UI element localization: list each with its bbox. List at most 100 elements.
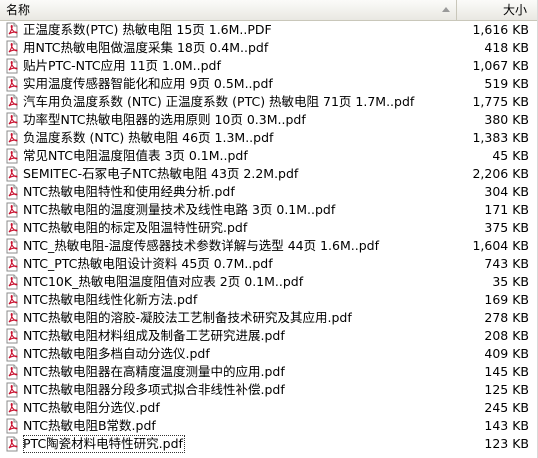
file-row[interactable]: NTC热敏电阻多档自动分选仪.pdf 409 KB <box>0 345 537 363</box>
file-row[interactable]: 贴片PTC-NTC应用 11页 1.0M..pdf 1,067 KB <box>0 57 537 75</box>
file-size: 1,616 KB <box>472 22 529 37</box>
file-name: 贴片PTC-NTC应用 11页 1.0M..pdf <box>23 58 221 73</box>
file-name-cell[interactable]: NTC热敏电阻多档自动分选仪.pdf <box>0 345 457 363</box>
file-name-cell[interactable]: 汽车用负温度系数 (NTC) 正温度系数 (PTC) 热敏电阻 71页 1.7M… <box>0 93 457 111</box>
file-size: 1,383 KB <box>472 130 529 145</box>
file-name-cell[interactable]: 正温度系数(PTC) 热敏电阻 15页 1.6M..PDF <box>0 21 457 39</box>
pdf-file-icon <box>4 400 20 416</box>
pdf-file-icon <box>4 22 20 38</box>
file-name: 功率型NTC热敏电阻器的选用原则 10页 0.3M..pdf <box>23 112 306 127</box>
pdf-file-icon <box>4 112 20 128</box>
file-row[interactable]: NTC热敏电阻的标定及阻温特性研究.pdf 375 KB <box>0 219 537 237</box>
file-name-cell[interactable]: 实用温度传感器智能化和应用 9页 0.5M..pdf <box>0 75 457 93</box>
file-name-cell[interactable]: NTC热敏电阻B常数.pdf <box>0 417 457 435</box>
pdf-file-icon <box>4 130 20 146</box>
column-header-name-label: 名称 <box>6 3 31 17</box>
file-row[interactable]: NTC热敏电阻B常数.pdf 143 KB <box>0 417 537 435</box>
pdf-file-icon <box>4 76 20 92</box>
file-name: NTC_热敏电阻-温度传感器技术参数详解与选型 44页 1.6M..pdf <box>23 238 379 253</box>
file-size: 1,067 KB <box>472 58 529 73</box>
file-size: 45 KB <box>492 148 529 163</box>
pdf-file-icon <box>4 220 20 236</box>
file-row[interactable]: NTC热敏电阻特性和使用经典分析.pdf 304 KB <box>0 183 537 201</box>
file-row[interactable]: NTC热敏电阻的温度测量技术及线性电路 3页 0.1M..pdf 171 KB <box>0 201 537 219</box>
file-name-cell[interactable]: NTC热敏电阻材料组成及制备工艺研究进展.pdf <box>0 327 457 345</box>
file-name-cell[interactable]: PTC陶瓷材料电特性研究.pdf <box>0 435 457 453</box>
file-size: 208 KB <box>484 328 529 343</box>
file-row[interactable]: 汽车用负温度系数 (NTC) 正温度系数 (PTC) 热敏电阻 71页 1.7M… <box>0 93 537 111</box>
pdf-file-icon <box>4 274 20 290</box>
file-name: NTC热敏电阻分选仪.pdf <box>23 400 160 415</box>
file-name: 负温度系数 (NTC) 热敏电阻 46页 1.3M..pdf <box>23 130 274 145</box>
file-row[interactable]: NTC热敏电阻的溶胶-凝胶法工艺制备技术研究及其应用.pdf 278 KB <box>0 309 537 327</box>
file-row[interactable]: 正温度系数(PTC) 热敏电阻 15页 1.6M..PDF 1,616 KB <box>0 21 537 39</box>
file-row[interactable]: PTC陶瓷材料电特性研究.pdf 123 KB <box>0 435 537 453</box>
file-row[interactable]: NTC热敏电阻器分段多项式拟合非线性补偿.pdf 125 KB <box>0 381 537 399</box>
file-size: 1,604 KB <box>472 238 529 253</box>
column-header-name[interactable]: 名称 <box>0 0 457 20</box>
file-name: NTC热敏电阻器在高精度温度测量中的应用.pdf <box>23 364 285 379</box>
file-name-cell[interactable]: 常见NTC电阻温度阻值表 3页 0.1M..pdf <box>0 147 457 165</box>
pdf-file-icon <box>4 310 20 326</box>
file-name-cell[interactable]: NTC热敏电阻的温度测量技术及线性电路 3页 0.1M..pdf <box>0 201 457 219</box>
file-name-cell[interactable]: 功率型NTC热敏电阻器的选用原则 10页 0.3M..pdf <box>0 111 457 129</box>
file-name: 正温度系数(PTC) 热敏电阻 15页 1.6M..PDF <box>23 22 272 37</box>
file-name-cell[interactable]: NTC_PTC热敏电阻设计资料 45页 0.7M..pdf <box>0 255 457 273</box>
file-row[interactable]: NTC_PTC热敏电阻设计资料 45页 0.7M..pdf 743 KB <box>0 255 537 273</box>
file-row[interactable]: 功率型NTC热敏电阻器的选用原则 10页 0.3M..pdf 380 KB <box>0 111 537 129</box>
file-list-view[interactable]: 名称 大小 正温度系数(PTC) 热敏电阻 15页 1.6M..PDF 1,616… <box>0 0 538 458</box>
file-name-cell[interactable]: NTC热敏电阻器在高精度温度测量中的应用.pdf <box>0 363 457 381</box>
file-name-cell[interactable]: NTC热敏电阻的标定及阻温特性研究.pdf <box>0 219 457 237</box>
file-row[interactable]: 用NTC热敏电阻做温度采集 18页 0.4M..pdf 418 KB <box>0 39 537 57</box>
pdf-file-icon <box>4 40 20 56</box>
file-row[interactable]: 负温度系数 (NTC) 热敏电阻 46页 1.3M..pdf 1,383 KB <box>0 129 537 147</box>
file-name-cell[interactable]: SEMITEC-石冢电子NTC热敏电阻 43页 2.2M.pdf <box>0 165 457 183</box>
file-size: 125 KB <box>484 382 529 397</box>
pdf-file-icon <box>4 166 20 182</box>
pdf-file-icon <box>4 94 20 110</box>
file-name-cell[interactable]: 负温度系数 (NTC) 热敏电阻 46页 1.3M..pdf <box>0 129 457 147</box>
file-size: 409 KB <box>484 346 529 361</box>
pdf-file-icon <box>4 382 20 398</box>
file-name: NTC热敏电阻器分段多项式拟合非线性补偿.pdf <box>23 382 285 397</box>
pdf-file-icon <box>4 256 20 272</box>
file-size: 743 KB <box>484 256 529 271</box>
file-name: 实用温度传感器智能化和应用 9页 0.5M..pdf <box>23 76 273 91</box>
file-name-cell[interactable]: NTC热敏电阻特性和使用经典分析.pdf <box>0 183 457 201</box>
file-row[interactable]: SEMITEC-石冢电子NTC热敏电阻 43页 2.2M.pdf 2,206 KB <box>0 165 537 183</box>
file-row[interactable]: NTC_热敏电阻-温度传感器技术参数详解与选型 44页 1.6M..pdf 1,6… <box>0 237 537 255</box>
pdf-file-icon <box>4 184 20 200</box>
file-name: 常见NTC电阻温度阻值表 3页 0.1M..pdf <box>23 148 248 163</box>
file-size: 418 KB <box>484 40 529 55</box>
file-name-cell[interactable]: 用NTC热敏电阻做温度采集 18页 0.4M..pdf <box>0 39 457 57</box>
file-size: 380 KB <box>484 112 529 127</box>
file-row[interactable]: 常见NTC电阻温度阻值表 3页 0.1M..pdf 45 KB <box>0 147 537 165</box>
file-row[interactable]: NTC10K_热敏电阻温度阻值对应表 2页 0.1M..pdf 35 KB <box>0 273 537 291</box>
file-row[interactable]: NTC热敏电阻材料组成及制备工艺研究进展.pdf 208 KB <box>0 327 537 345</box>
file-size: 519 KB <box>484 76 529 91</box>
file-name-cell[interactable]: NTC_热敏电阻-温度传感器技术参数详解与选型 44页 1.6M..pdf <box>0 237 457 255</box>
file-size: 245 KB <box>484 400 529 415</box>
file-name-cell[interactable]: 贴片PTC-NTC应用 11页 1.0M..pdf <box>0 57 457 75</box>
file-name-cell[interactable]: NTC热敏电阻线性化新方法.pdf <box>0 291 457 309</box>
file-row[interactable]: NTC热敏电阻器在高精度温度测量中的应用.pdf 145 KB <box>0 363 537 381</box>
pdf-file-icon <box>4 292 20 308</box>
file-row[interactable]: 实用温度传感器智能化和应用 9页 0.5M..pdf 519 KB <box>0 75 537 93</box>
file-size: 123 KB <box>484 436 529 451</box>
file-size: 35 KB <box>492 274 529 289</box>
file-name-cell[interactable]: NTC10K_热敏电阻温度阻值对应表 2页 0.1M..pdf <box>0 273 457 291</box>
pdf-file-icon <box>4 148 20 164</box>
pdf-file-icon <box>4 436 20 452</box>
file-row[interactable]: NTC热敏电阻分选仪.pdf 245 KB <box>0 399 537 417</box>
file-name: NTC热敏电阻的温度测量技术及线性电路 3页 0.1M..pdf <box>23 202 336 217</box>
file-name-cell[interactable]: NTC热敏电阻器分段多项式拟合非线性补偿.pdf <box>0 381 457 399</box>
file-name: NTC热敏电阻B常数.pdf <box>23 418 156 433</box>
file-row[interactable]: NTC热敏电阻线性化新方法.pdf 169 KB <box>0 291 537 309</box>
pdf-file-icon <box>4 328 20 344</box>
pdf-file-icon <box>4 58 20 74</box>
file-name-cell[interactable]: NTC热敏电阻分选仪.pdf <box>0 399 457 417</box>
file-name-cell[interactable]: NTC热敏电阻的溶胶-凝胶法工艺制备技术研究及其应用.pdf <box>0 309 457 327</box>
pdf-file-icon <box>4 202 20 218</box>
file-name: 用NTC热敏电阻做温度采集 18页 0.4M..pdf <box>23 40 269 55</box>
column-header-size[interactable]: 大小 <box>457 0 537 20</box>
